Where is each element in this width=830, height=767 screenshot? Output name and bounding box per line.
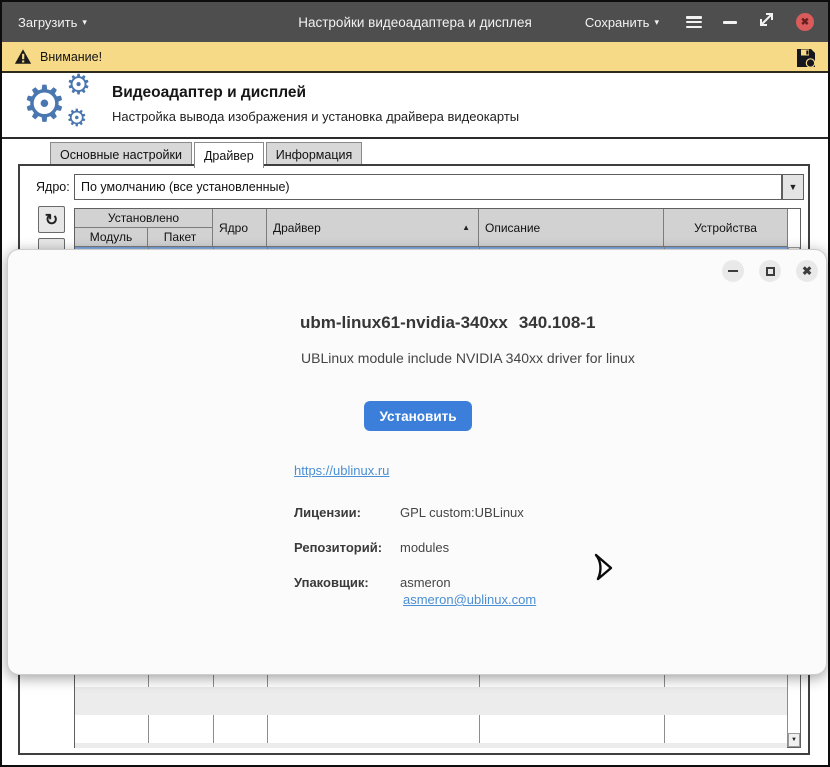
- col-header-driver[interactable]: Драйвер ▲: [267, 209, 479, 247]
- scroll-down-icon: ▼: [791, 737, 797, 743]
- sort-asc-icon: ▲: [462, 223, 470, 232]
- scroll-down-button[interactable]: ▼: [788, 733, 800, 747]
- maximize-icon: [766, 267, 775, 276]
- refresh-button[interactable]: ↻: [38, 206, 65, 233]
- tab-main-settings[interactable]: Основные настройки: [50, 142, 192, 166]
- col-header-package[interactable]: Пакет: [148, 228, 213, 247]
- homepage-link[interactable]: https://ublinux.ru: [294, 463, 389, 478]
- dialog-maximize-button[interactable]: [759, 260, 781, 282]
- save-changes-button[interactable]: [794, 46, 818, 75]
- floppy-save-icon: [794, 46, 818, 70]
- package-version: 340.108-1: [519, 313, 596, 333]
- caret-down-icon: ▾: [654, 18, 659, 27]
- install-button[interactable]: Установить: [364, 401, 472, 431]
- save-button[interactable]: Сохранить ▾: [585, 15, 659, 30]
- license-label: Лицензии:: [294, 505, 361, 520]
- minimize-icon: [728, 270, 738, 272]
- package-description: UBLinux module include NVIDIA 340xx driv…: [301, 350, 635, 366]
- close-icon: ✖: [801, 17, 809, 28]
- license-value: GPL custom:UBLinux: [400, 505, 524, 520]
- app-header: ⚙ ⚙ ⚙ Видеоадаптер и дисплей Настройка в…: [2, 75, 828, 139]
- dialog-close-button[interactable]: ✖: [796, 260, 818, 282]
- fullscreen-button[interactable]: [758, 11, 775, 33]
- kernel-select[interactable]: По умолчанию (все установленные): [74, 174, 782, 200]
- col-header-description[interactable]: Описание: [479, 209, 664, 247]
- page-title: Видеоадаптер и дисплей: [112, 84, 306, 102]
- warning-text: Внимание!: [40, 50, 102, 64]
- kernel-label: Ядро:: [36, 180, 70, 194]
- package-info-dialog: ✖ ubm-linux61-nvidia-340xx 340.108-1 UBL…: [7, 249, 827, 675]
- warning-bar: Внимание!: [2, 42, 828, 73]
- col-header-installed[interactable]: Установлено: [75, 209, 213, 228]
- packager-value: asmeron: [400, 575, 451, 590]
- mouse-cursor-icon: [590, 553, 616, 588]
- kernel-select-arrow[interactable]: ▼: [782, 174, 804, 200]
- package-title: ubm-linux61-nvidia-340xx 340.108-1: [300, 313, 595, 333]
- package-name: ubm-linux61-nvidia-340xx: [300, 313, 508, 333]
- col-header-kernel[interactable]: Ядро: [213, 209, 267, 247]
- refresh-icon: ↻: [45, 210, 58, 230]
- table-row[interactable]: [75, 743, 787, 748]
- titlebar-actions: Сохранить ▾ ✖: [585, 11, 814, 33]
- repository-label: Репозиторий:: [294, 540, 382, 555]
- table-row[interactable]: [75, 687, 787, 715]
- packager-label: Упаковщик:: [294, 575, 369, 590]
- col-header-devices[interactable]: Устройства: [664, 209, 788, 247]
- menu-icon[interactable]: [686, 16, 702, 28]
- kernel-select-value: По умолчанию (все установленные): [81, 180, 290, 194]
- minimize-icon: [723, 21, 737, 24]
- caret-down-icon: ▼: [789, 182, 798, 192]
- tab-driver[interactable]: Драйвер: [194, 142, 264, 168]
- col-header-module[interactable]: Модуль: [75, 228, 148, 247]
- tab-info[interactable]: Информация: [266, 142, 363, 166]
- close-button[interactable]: ✖: [796, 13, 814, 31]
- packager-email-link[interactable]: asmeron@ublinux.com: [403, 592, 536, 607]
- minimize-button[interactable]: [723, 21, 737, 24]
- warning-icon: [14, 48, 32, 65]
- page-subtitle: Настройка вывода изображения и установка…: [112, 109, 519, 124]
- app-window: Загрузить ▾ Настройки видеоадаптера и ди…: [0, 0, 830, 767]
- repository-value: modules: [400, 540, 449, 555]
- save-button-label: Сохранить: [585, 15, 650, 30]
- close-icon: ✖: [802, 264, 812, 278]
- expand-icon: [758, 11, 775, 28]
- gears-icon: ⚙ ⚙ ⚙: [22, 75, 110, 137]
- titlebar: Загрузить ▾ Настройки видеоадаптера и ди…: [2, 2, 828, 42]
- dialog-minimize-button[interactable]: [722, 260, 744, 282]
